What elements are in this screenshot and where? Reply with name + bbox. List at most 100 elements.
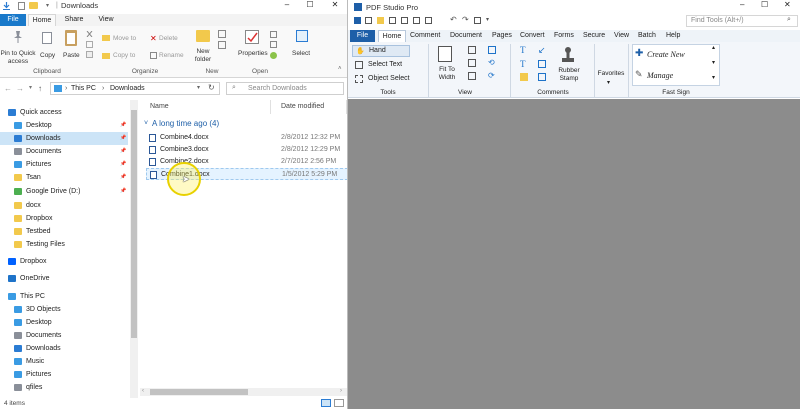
properties-button[interactable]: Properties bbox=[238, 50, 268, 57]
typewriter-icon[interactable]: T bbox=[520, 59, 526, 69]
paste-shortcut-icon[interactable] bbox=[86, 51, 93, 58]
sidebar-item[interactable]: Dropbox bbox=[0, 212, 128, 225]
rubber-stamp-button[interactable]: Rubber Stamp bbox=[554, 67, 584, 83]
fit-to-width-button[interactable]: Fit To Width bbox=[432, 66, 462, 82]
quick-access-toolbar-icon[interactable] bbox=[3, 2, 10, 10]
history-icon[interactable] bbox=[270, 52, 277, 59]
select-text-button[interactable]: Select Text bbox=[352, 60, 412, 72]
fit-page-icon[interactable] bbox=[468, 59, 476, 67]
up-arrow-icon[interactable]: ↑ bbox=[38, 84, 42, 93]
sidebar-item[interactable]: Pictures bbox=[0, 368, 128, 381]
sidebar-item[interactable]: This PC bbox=[0, 290, 128, 303]
details-view-icon[interactable] bbox=[321, 399, 331, 407]
maximize-button[interactable]: ☐ bbox=[303, 0, 317, 12]
rotate-icon[interactable]: ⟲ bbox=[488, 58, 495, 67]
nav-scrollbar-thumb[interactable] bbox=[131, 110, 137, 338]
page-setup-icon[interactable] bbox=[425, 17, 432, 24]
sidebar-item[interactable]: qfiles bbox=[0, 381, 128, 394]
paste-button[interactable]: Paste bbox=[63, 52, 80, 59]
back-arrow-icon[interactable]: ← bbox=[4, 84, 12, 93]
sidebar-item[interactable]: Music bbox=[0, 355, 128, 368]
pdf-tab-document[interactable]: Document bbox=[450, 30, 482, 42]
save-icon[interactable] bbox=[365, 17, 372, 24]
snapshot-icon[interactable] bbox=[474, 17, 481, 24]
actual-size-icon[interactable] bbox=[468, 46, 476, 54]
new-item-icon[interactable] bbox=[218, 30, 226, 38]
pdf-tab-batch[interactable]: Batch bbox=[638, 30, 656, 42]
rename-button[interactable]: Rename bbox=[159, 52, 184, 59]
scroll-left-icon[interactable]: ‹ bbox=[142, 388, 144, 394]
object-select-button[interactable]: Object Select bbox=[352, 74, 412, 86]
tab-view[interactable]: View bbox=[92, 14, 120, 26]
zoom-icon[interactable] bbox=[488, 46, 496, 54]
redo-icon[interactable]: ↷ bbox=[462, 15, 469, 24]
breadcrumb-this-pc[interactable]: This PC bbox=[71, 85, 96, 92]
rotate-clockwise-icon[interactable]: ⟳ bbox=[488, 71, 495, 80]
sidebar-item[interactable]: Testing Files bbox=[0, 238, 128, 251]
copy-to-button[interactable]: Copy to bbox=[113, 52, 135, 59]
group-collapse-icon[interactable]: ˅ bbox=[144, 120, 148, 127]
select-button[interactable]: Select bbox=[292, 50, 310, 57]
horizontal-scrollbar-thumb[interactable] bbox=[150, 389, 248, 395]
move-to-button[interactable]: Move to bbox=[113, 35, 136, 42]
pdf-tab-view[interactable]: View bbox=[614, 30, 629, 42]
pin-to-quick-access-button[interactable]: Pin to Quick access bbox=[0, 50, 36, 66]
sidebar-item[interactable]: Tsan 📌 bbox=[0, 171, 128, 184]
pdf-tab-pages[interactable]: Pages bbox=[492, 30, 512, 42]
collapse-ribbon-icon[interactable]: ˄ bbox=[338, 66, 342, 72]
pdf-tab-file[interactable]: File bbox=[350, 30, 375, 42]
undo-icon[interactable]: ↶ bbox=[450, 15, 457, 24]
horizontal-scrollbar[interactable]: ‹ › bbox=[140, 388, 347, 396]
edit-icon[interactable] bbox=[270, 41, 277, 48]
pdf-tab-help[interactable]: Help bbox=[666, 30, 680, 42]
pencil-icon[interactable] bbox=[538, 73, 546, 81]
sticky-note-icon[interactable] bbox=[520, 73, 528, 81]
open-icon[interactable] bbox=[270, 31, 277, 38]
copy-button[interactable]: Copy bbox=[40, 52, 55, 59]
open-folder-icon[interactable] bbox=[377, 17, 384, 24]
create-new-signature-button[interactable]: Create New bbox=[647, 50, 685, 59]
sidebar-item[interactable]: Dropbox bbox=[0, 255, 128, 268]
column-header-name[interactable]: Name bbox=[150, 103, 169, 110]
scan-icon[interactable] bbox=[401, 17, 408, 24]
gallery-expand-icon[interactable]: ▾ bbox=[712, 74, 715, 81]
refresh-icon[interactable]: ↻ bbox=[208, 83, 215, 92]
sidebar-item[interactable]: Pictures 📌 bbox=[0, 158, 128, 171]
pdf-tab-convert[interactable]: Convert bbox=[520, 30, 545, 42]
favorites-button[interactable]: Favorites bbox=[596, 70, 626, 77]
print-icon[interactable] bbox=[389, 17, 396, 24]
find-tools-input[interactable]: Find Tools (Alt+/) ⌕ bbox=[686, 15, 798, 27]
address-bar[interactable]: › This PC › Downloads ▾ ↻ bbox=[50, 82, 220, 95]
copy-path-icon[interactable] bbox=[86, 41, 93, 48]
nav-scrollbar[interactable] bbox=[130, 100, 138, 398]
text-box-icon[interactable]: T bbox=[520, 45, 526, 55]
column-header-date[interactable]: Date modified bbox=[281, 103, 324, 110]
pdf-document-area[interactable] bbox=[348, 99, 800, 409]
favorites-dropdown-icon[interactable]: ▾ bbox=[607, 79, 610, 86]
pdf-close-button[interactable]: ✕ bbox=[784, 0, 791, 9]
sidebar-item[interactable]: Downloads 📌 bbox=[0, 132, 128, 145]
pdf-tab-comment[interactable]: Comment bbox=[410, 30, 440, 42]
sidebar-item[interactable]: Testbed bbox=[0, 225, 128, 238]
line-icon[interactable]: ↙ bbox=[538, 45, 546, 56]
sidebar-item[interactable]: OneDrive bbox=[0, 272, 128, 285]
scroll-right-icon[interactable]: › bbox=[340, 388, 342, 394]
search-input[interactable]: ⌕ Search Downloads bbox=[226, 82, 344, 95]
sidebar-item[interactable]: Documents 📌 bbox=[0, 145, 128, 158]
recent-locations-icon[interactable]: ▾ bbox=[29, 84, 32, 91]
tab-share[interactable]: Share bbox=[60, 14, 88, 26]
breadcrumb-downloads[interactable]: Downloads bbox=[110, 85, 145, 92]
address-dropdown-icon[interactable]: ▾ bbox=[197, 84, 200, 91]
properties-quick-icon[interactable] bbox=[18, 2, 25, 10]
pdf-minimize-button[interactable]: – bbox=[740, 0, 744, 9]
tab-file[interactable]: File bbox=[0, 14, 26, 26]
sidebar-item[interactable]: Downloads bbox=[0, 342, 128, 355]
sidebar-item[interactable]: Quick access bbox=[0, 106, 128, 119]
manage-signatures-button[interactable]: Manage bbox=[647, 71, 673, 80]
cut-icon[interactable] bbox=[86, 31, 93, 37]
group-header[interactable]: A long time ago (4) bbox=[152, 119, 219, 128]
sidebar-item[interactable]: docx bbox=[0, 199, 128, 212]
sidebar-item[interactable]: Documents bbox=[0, 329, 128, 342]
rectangle-icon[interactable] bbox=[538, 60, 546, 68]
minimize-button[interactable]: – bbox=[280, 0, 294, 12]
